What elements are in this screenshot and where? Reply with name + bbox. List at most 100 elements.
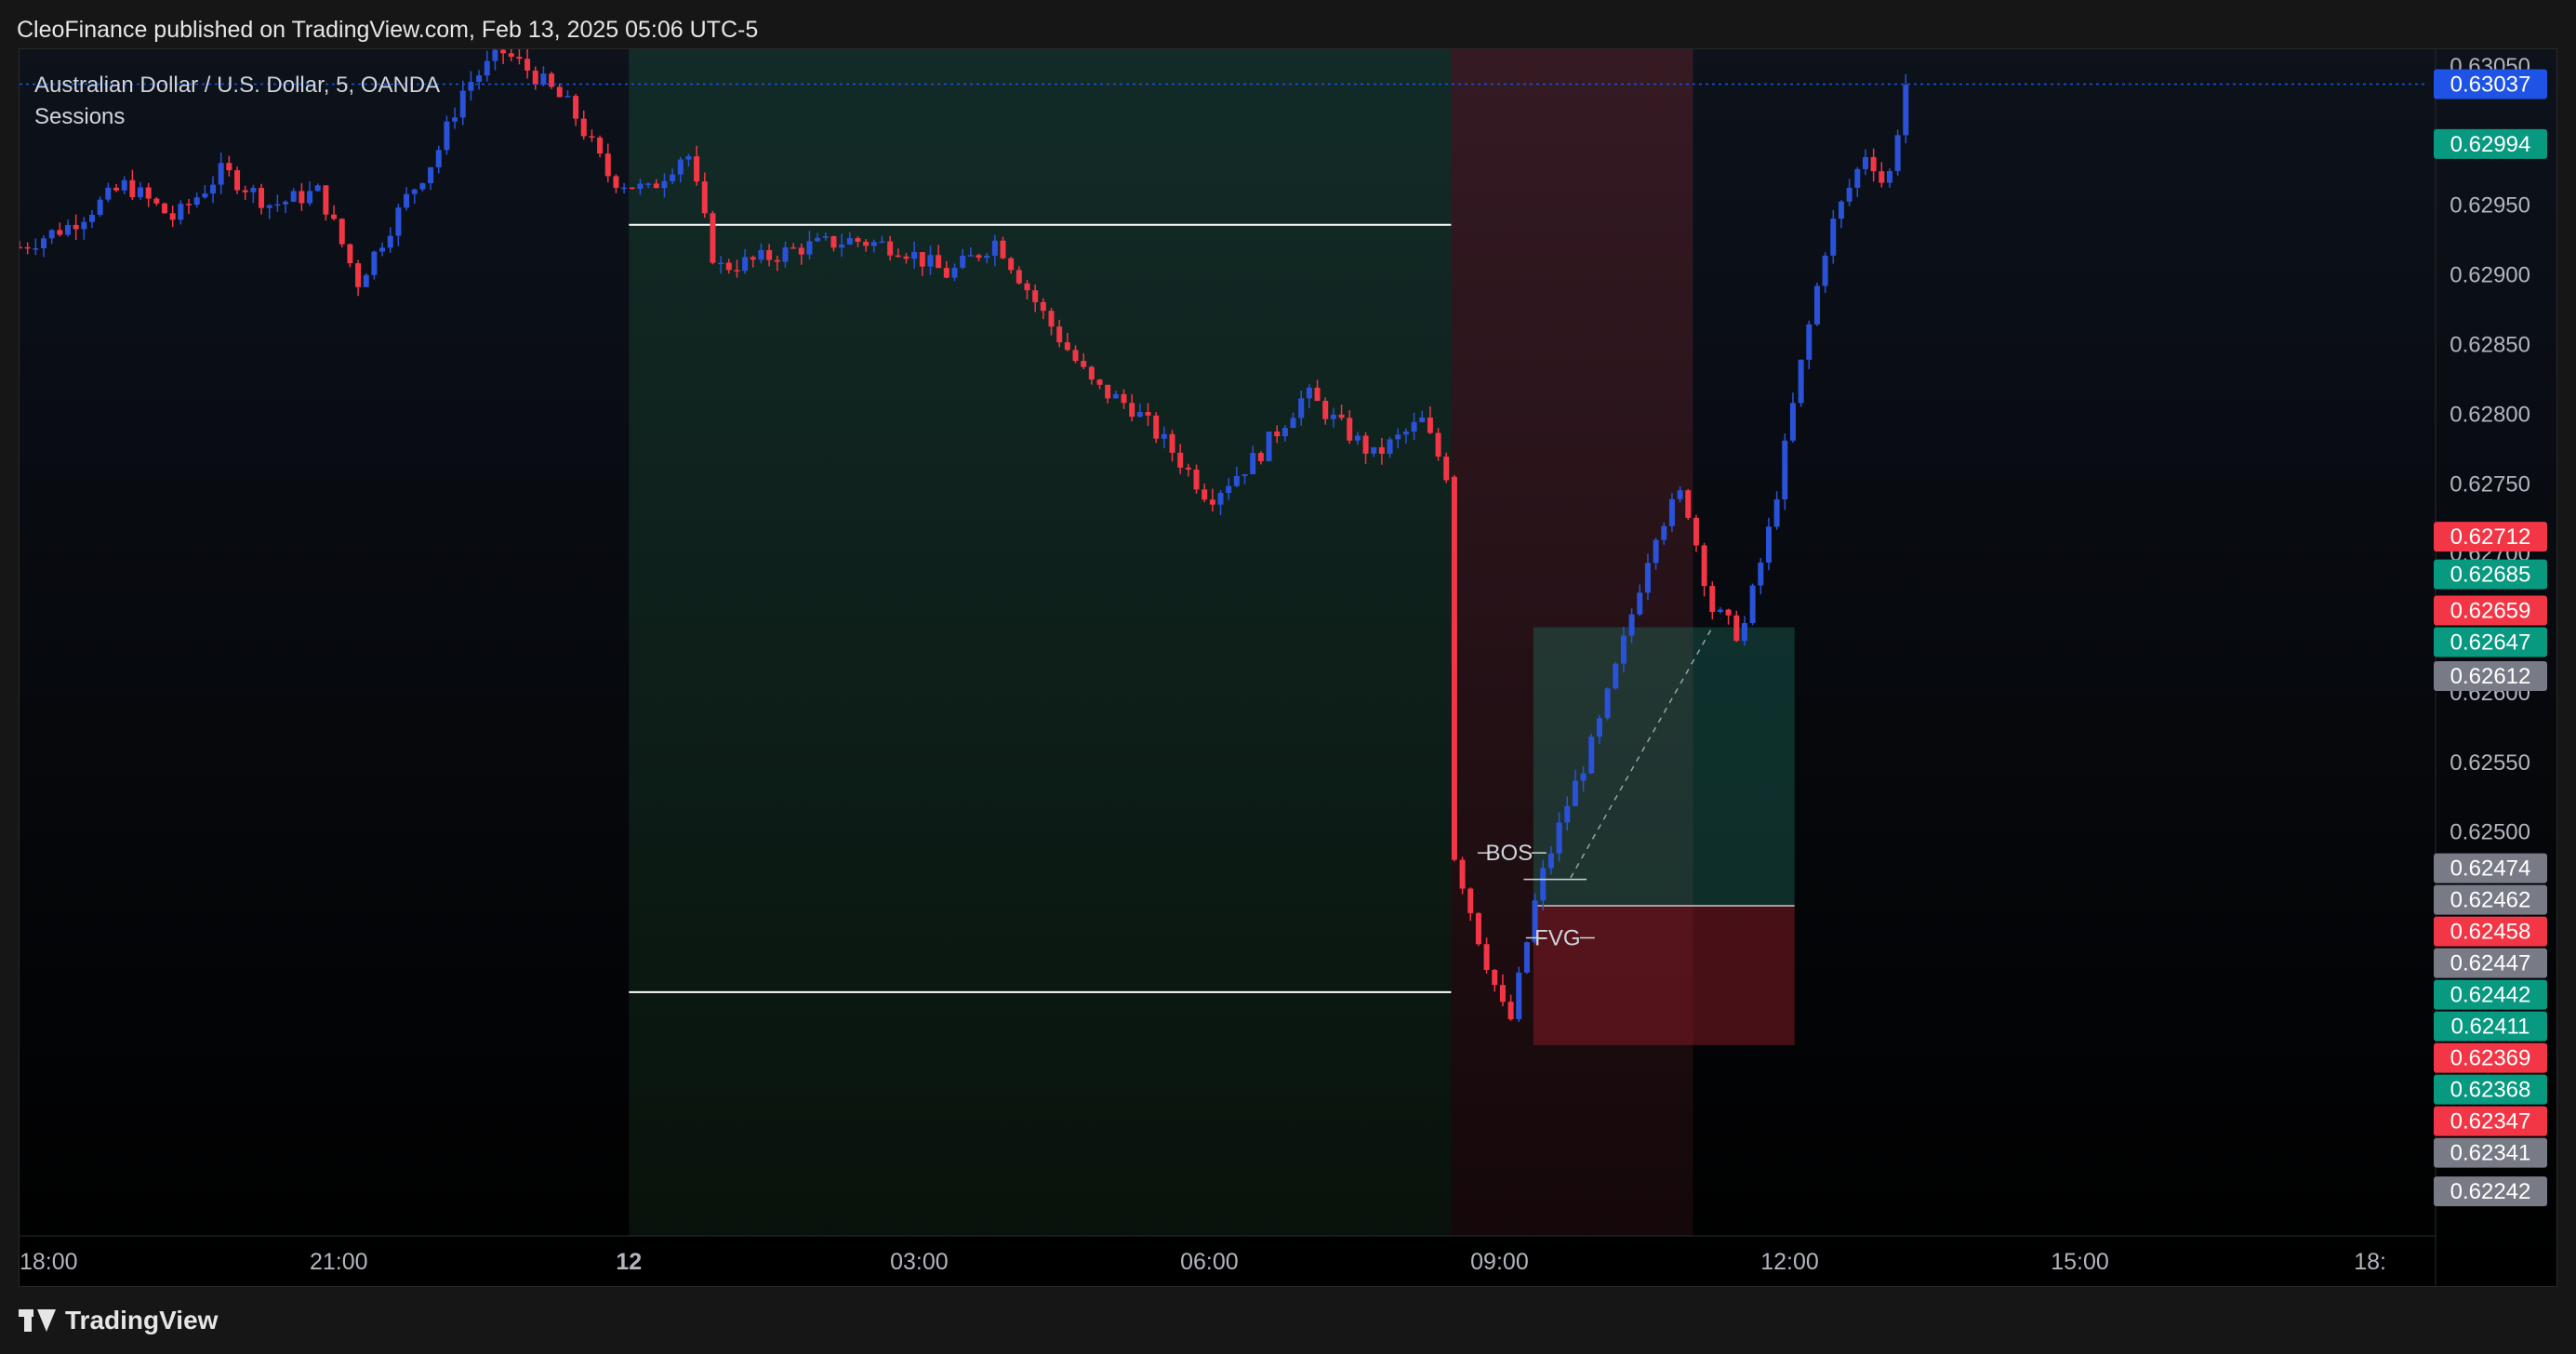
candle-body (1499, 985, 1506, 1002)
candle-body (1806, 324, 1812, 360)
candle (113, 183, 120, 192)
candle (1733, 610, 1740, 643)
candle-body (951, 267, 958, 278)
candle (41, 234, 47, 258)
candle (314, 183, 321, 192)
candle-body (1016, 270, 1022, 284)
chart-title: Australian Dollar / U.S. Dollar, 5, OAND… (34, 73, 441, 98)
candle-body (1870, 156, 1877, 172)
price-tag-label: 0.62647 (2450, 631, 2531, 656)
candle (242, 185, 248, 200)
candle (323, 185, 329, 221)
chart-legend: Australian Dollar / U.S. Dollar, 5, OAND… (34, 70, 440, 133)
price-tag-label: 0.62474 (2450, 856, 2531, 882)
candle-body (283, 201, 289, 205)
candle-body (314, 185, 321, 192)
candle (1709, 581, 1716, 619)
candle-body (169, 213, 176, 220)
candle-body (1411, 421, 1417, 432)
candle (1806, 320, 1812, 370)
price-tag-label: 0.62442 (2450, 983, 2531, 1008)
price-tag: 0.62458 (2434, 916, 2547, 947)
candle (573, 93, 579, 126)
candle-body (500, 49, 507, 54)
price-tag: 0.62712 (2434, 522, 2547, 552)
candle-body (121, 179, 127, 191)
candle (1765, 517, 1772, 571)
price-tick-label: 0.62900 (2450, 263, 2530, 288)
candle-body (967, 255, 974, 257)
candle-body (73, 224, 79, 230)
candle (1822, 252, 1828, 294)
candle (1604, 687, 1611, 721)
candle-body (1507, 1002, 1514, 1020)
candle-body (1564, 805, 1571, 823)
time-axis: 18:00 21:00 12 03:00 06:00 09:00 12:00 15:00 18: (20, 1235, 2436, 1275)
price-tick-label: 0.62800 (2450, 402, 2530, 427)
time-tick-label: 15:00 (2051, 1249, 2109, 1275)
candle-body (371, 251, 378, 275)
candle (1830, 209, 1837, 264)
candle-body (1378, 446, 1385, 454)
candle-body (1153, 415, 1160, 439)
candle-body (468, 82, 474, 91)
price-tag-label: 0.62712 (2450, 524, 2531, 550)
price-tag: 0.63037 (2434, 69, 2547, 100)
candle (604, 143, 611, 183)
candle-body (734, 270, 740, 272)
candle-body (1193, 469, 1200, 490)
candle-body (580, 118, 587, 137)
candle-body (33, 248, 39, 250)
price-tag-label: 0.63037 (2450, 72, 2531, 97)
candle-body (1048, 311, 1055, 327)
candle (1870, 148, 1877, 182)
candle-body (943, 268, 949, 278)
candle (218, 153, 224, 194)
candle-body (1281, 428, 1288, 437)
candle-body (1668, 498, 1675, 526)
candle (379, 242, 386, 257)
candle-body (1362, 435, 1369, 454)
candle-body (484, 60, 490, 76)
candle-body (815, 237, 821, 242)
price-tag: 0.62462 (2434, 884, 2547, 915)
candle-body (919, 252, 925, 267)
candle-body (540, 73, 547, 85)
candle-body (1789, 403, 1796, 441)
candle-body (516, 57, 523, 60)
candle (387, 227, 393, 253)
candle-body (564, 96, 571, 98)
candle-body (1226, 485, 1232, 494)
candlestick-chart[interactable]: BOSFVG 0.630500.629500.629000.628500.628… (20, 49, 2557, 1287)
price-tag-label: 0.62462 (2450, 888, 2531, 913)
candle (1789, 392, 1796, 444)
candle-body (1879, 171, 1885, 183)
candle (347, 243, 353, 268)
candle-body (1604, 688, 1611, 719)
candle-body (911, 252, 918, 259)
candle-body (718, 262, 724, 264)
candle-body (1040, 301, 1046, 312)
candle-body (1653, 539, 1659, 564)
candle-body (363, 274, 369, 287)
candle (1588, 734, 1595, 775)
candle-body (895, 255, 901, 258)
candle-body (452, 117, 458, 122)
position-tool (1533, 627, 1795, 1045)
candle-body (1322, 401, 1329, 419)
candle (153, 196, 160, 206)
candle (290, 188, 297, 203)
candle-body (887, 241, 894, 256)
tradingview-brand[interactable]: TradingView (19, 1306, 218, 1335)
chart-area[interactable]: BOS FVG 0.63050 0.62950 0.62900 0.62850 0.628… (19, 48, 2557, 1287)
candle-body (1838, 201, 1844, 219)
candle-body (1274, 431, 1281, 437)
candle-body (1644, 563, 1651, 593)
candle-body (984, 255, 990, 259)
candle-body (1516, 972, 1522, 1020)
candle-body (604, 153, 611, 177)
candle-body (1064, 342, 1070, 351)
candle-body (613, 176, 619, 188)
candle (186, 198, 193, 215)
candle-body (758, 249, 764, 260)
